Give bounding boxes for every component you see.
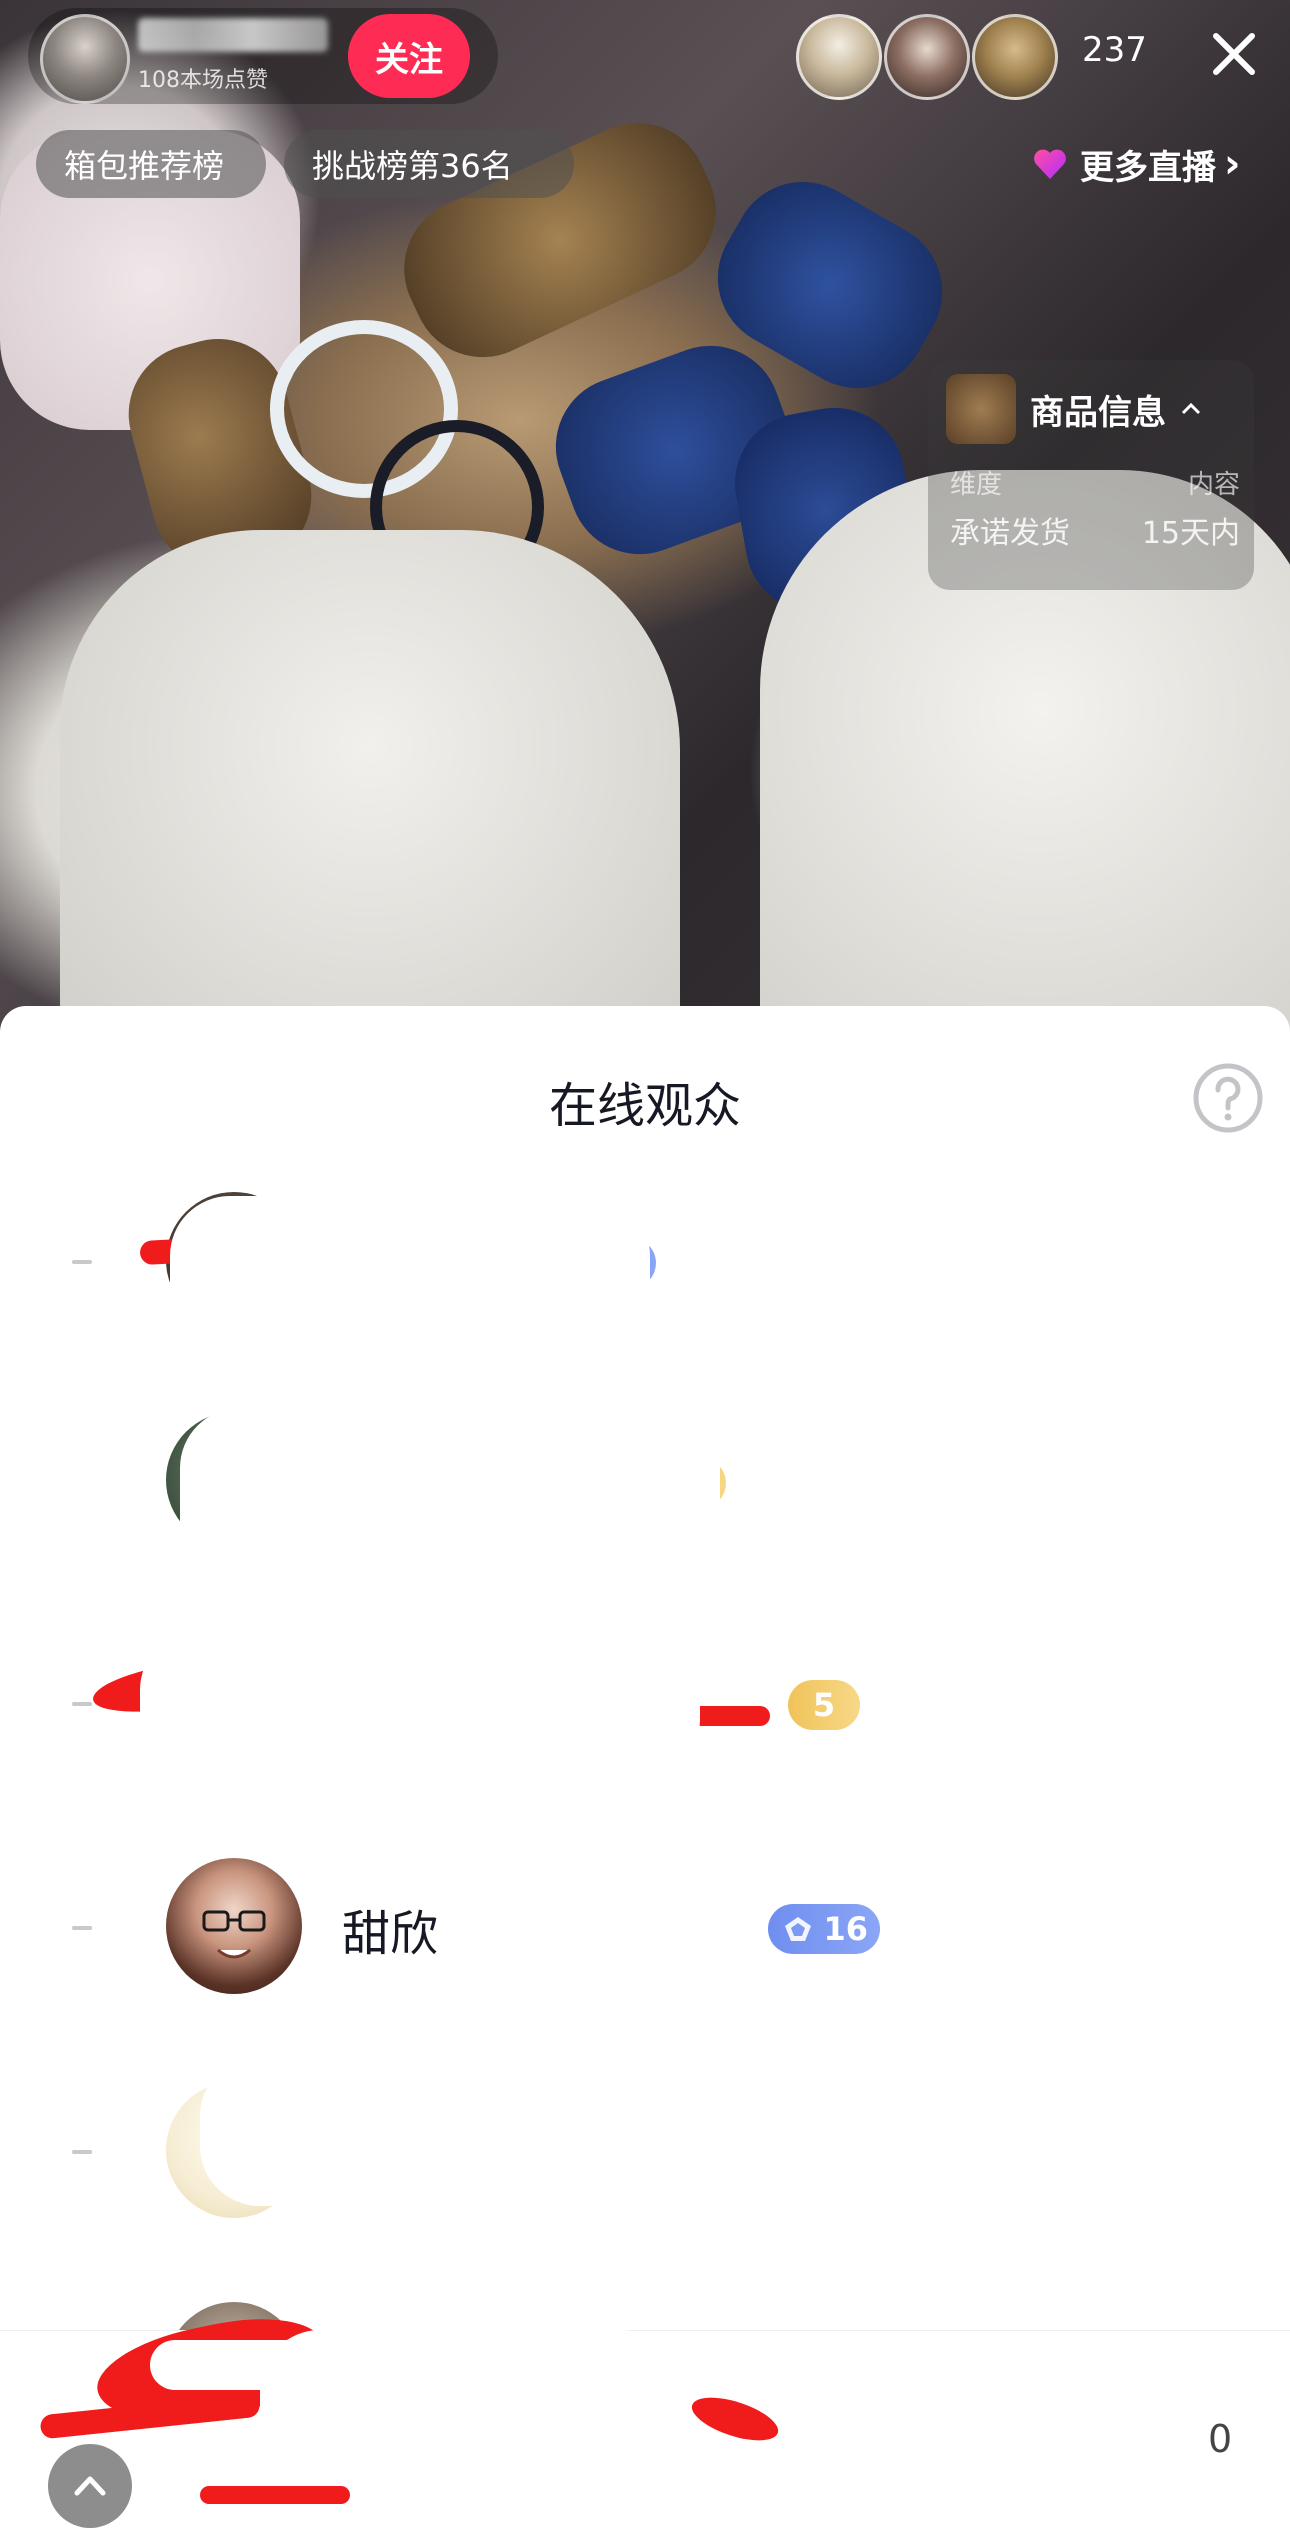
- redaction-mark: [260, 2330, 680, 2500]
- product-info-promise-row: 承诺发货 15天内: [950, 508, 1240, 552]
- rank-chip-challenge-label: 挑战榜第36名: [312, 147, 513, 185]
- viewer-count[interactable]: 237: [1082, 30, 1147, 70]
- viewer-avatar[interactable]: [166, 1858, 302, 1994]
- product-info-header[interactable]: 商品信息: [946, 374, 1202, 444]
- top-viewer-avatar-1[interactable]: [796, 14, 882, 100]
- rank-dash: [72, 1926, 92, 1930]
- level-value: 5: [812, 1686, 836, 1724]
- chevron-up-icon[interactable]: [1180, 398, 1202, 420]
- rank-chip-bag-recommend-label: 箱包推荐榜: [64, 147, 225, 185]
- rank-dash: [72, 1702, 92, 1706]
- video-product-backpack-left: [60, 530, 680, 1040]
- promise-label: 承诺发货: [950, 516, 1070, 551]
- top-viewer-avatar-3[interactable]: [972, 14, 1058, 100]
- redaction-mark: [690, 1706, 770, 1726]
- top-viewer-avatar-2[interactable]: [884, 14, 970, 100]
- anchor-name-redacted: [138, 18, 328, 52]
- follow-button[interactable]: 关注: [348, 14, 470, 98]
- product-info-header-row: 维度 内容: [950, 464, 1240, 501]
- anchor-likes: 108本场点赞: [138, 68, 268, 93]
- product-thumbnail: [946, 374, 1016, 444]
- chevron-right-icon: ›: [1224, 141, 1241, 187]
- promise-value: 15天内: [1141, 516, 1240, 551]
- redaction-mark: [200, 2486, 350, 2504]
- redaction-mark: [170, 1196, 650, 1406]
- redaction-mark: [180, 1408, 720, 1618]
- scroll-to-top-button[interactable]: [48, 2444, 132, 2528]
- help-icon[interactable]: [1192, 1062, 1264, 1134]
- anchor-avatar[interactable]: [40, 14, 130, 104]
- more-live-button[interactable]: 更多直播 ›: [1030, 130, 1240, 198]
- heart-icon: [1034, 149, 1066, 179]
- rank-dash: [72, 1260, 92, 1264]
- bottom-count: 0: [1208, 2417, 1233, 2461]
- rank-dash: [72, 2150, 92, 2154]
- diamond-icon: [785, 1917, 811, 1941]
- level-badge: 5: [788, 1680, 860, 1730]
- redaction-mark: [200, 2056, 680, 2206]
- level-badge: 16: [768, 1904, 880, 1954]
- rank-chip-challenge[interactable]: 挑战榜第36名: [284, 130, 574, 198]
- avatar-glasses-icon: [202, 1910, 266, 1959]
- chevron-up-icon: [74, 2476, 106, 2496]
- product-info-card[interactable]: 商品信息 维度 内容 承诺发货 15天内: [928, 360, 1254, 590]
- sheet-title: 在线观众: [548, 1078, 741, 1134]
- product-info-title: 商品信息: [1030, 392, 1166, 433]
- more-live-label: 更多直播: [1080, 147, 1216, 188]
- rank-chip-bag-recommend[interactable]: 箱包推荐榜: [36, 130, 266, 198]
- product-col-content: 内容: [1187, 470, 1240, 500]
- close-icon[interactable]: [1204, 24, 1264, 84]
- viewer-name: 甜欣: [342, 1906, 439, 1962]
- viewer-row-4[interactable]: 甜欣 16: [0, 1842, 1290, 2022]
- level-value: 16: [823, 1910, 868, 1948]
- product-col-dimension: 维度: [950, 470, 1003, 500]
- redaction-mark: [140, 1630, 700, 1780]
